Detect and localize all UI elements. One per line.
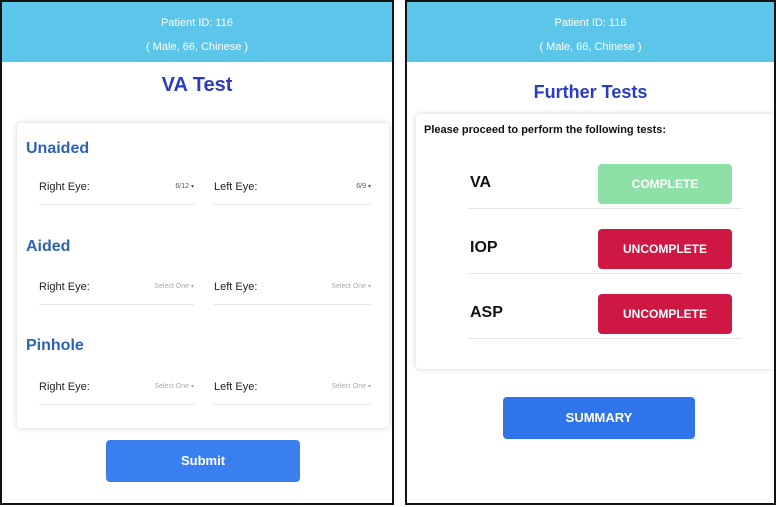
pinhole-row: Right Eye: Select One ▾ Left Eye: Select … [39,373,371,405]
right-eye-label: Right Eye: [39,281,90,293]
page-title: Further Tests [533,82,648,102]
caret-down-icon: ▾ [367,184,371,190]
test-row-va: VA COMPLETE [468,162,742,209]
va-test-screen: Patient ID: 116 ( Male, 66, Chinese ) VA… [0,0,394,505]
further-tests-screen: Patient ID: 116 ( Male, 66, Chinese ) Fu… [405,0,776,505]
aided-left-eye-value: Select One ▾ [331,283,371,290]
caret-down-icon: ▾ [367,384,371,390]
unaided-right-eye-value: 6/12 ▾ [175,183,194,190]
section-title-pinhole: Pinhole [26,337,84,354]
patient-id: Patient ID: 116 [161,17,233,29]
section-title-aided: Aided [26,238,71,255]
caret-down-icon: ▾ [190,384,194,390]
va-status-button[interactable]: COMPLETE [598,164,732,204]
section-title-unaided: Unaided [26,140,90,157]
unaided-right-eye-select[interactable]: Right Eye: 6/12 ▾ [39,173,194,205]
instruction-text: Please proceed to perform the following … [424,124,667,136]
tests-card: Please proceed to perform the following … [416,114,774,369]
page-title: VA Test [161,74,233,96]
patient-header: Patient ID: 116 ( Male, 66, Chinese ) [407,2,774,62]
pinhole-left-eye-select[interactable]: Left Eye: Select One ▾ [214,373,371,405]
aided-right-eye-value: Select One ▾ [154,283,194,290]
unaided-row: Right Eye: 6/12 ▾ Left Eye: 6/9 ▾ [39,173,371,205]
test-name: IOP [470,239,498,256]
left-eye-label: Left Eye: [214,281,258,293]
caret-down-icon: ▾ [190,284,194,290]
caret-down-icon: ▾ [190,184,194,190]
left-eye-label: Left Eye: [214,181,258,193]
test-name: VA [470,174,492,191]
test-row-iop: IOP UNCOMPLETE [468,227,742,274]
aided-right-eye-select[interactable]: Right Eye: Select One ▾ [39,273,194,305]
pinhole-right-eye-value: Select One ▾ [154,383,194,390]
aided-left-eye-select[interactable]: Left Eye: Select One ▾ [214,273,371,305]
test-row-asp: ASP UNCOMPLETE [468,292,742,339]
caret-down-icon: ▾ [367,284,371,290]
aided-row: Right Eye: Select One ▾ Left Eye: Select … [39,273,371,305]
left-eye-label: Left Eye: [214,381,258,393]
va-form-card: Unaided Right Eye: 6/12 ▾ Left Eye: 6/9 ▾ … [17,123,389,428]
asp-status-button[interactable]: UNCOMPLETE [598,294,732,334]
submit-button[interactable]: Submit [106,440,300,482]
iop-status-button[interactable]: UNCOMPLETE [598,229,732,269]
unaided-left-eye-select[interactable]: Left Eye: 6/9 ▾ [214,173,371,205]
pinhole-right-eye-select[interactable]: Right Eye: Select One ▾ [39,373,194,405]
patient-header: Patient ID: 116 ( Male, 66, Chinese ) [2,2,392,62]
test-name: ASP [470,304,503,321]
right-eye-label: Right Eye: [39,181,90,193]
patient-demographics: ( Male, 66, Chinese ) [145,41,249,53]
patient-demographics: ( Male, 66, Chinese ) [539,41,642,53]
pinhole-left-eye-value: Select One ▾ [331,383,371,390]
patient-id: Patient ID: 116 [554,17,627,29]
right-eye-label: Right Eye: [39,381,90,393]
summary-button[interactable]: SUMMARY [503,397,695,439]
unaided-left-eye-value: 6/9 ▾ [356,183,371,190]
